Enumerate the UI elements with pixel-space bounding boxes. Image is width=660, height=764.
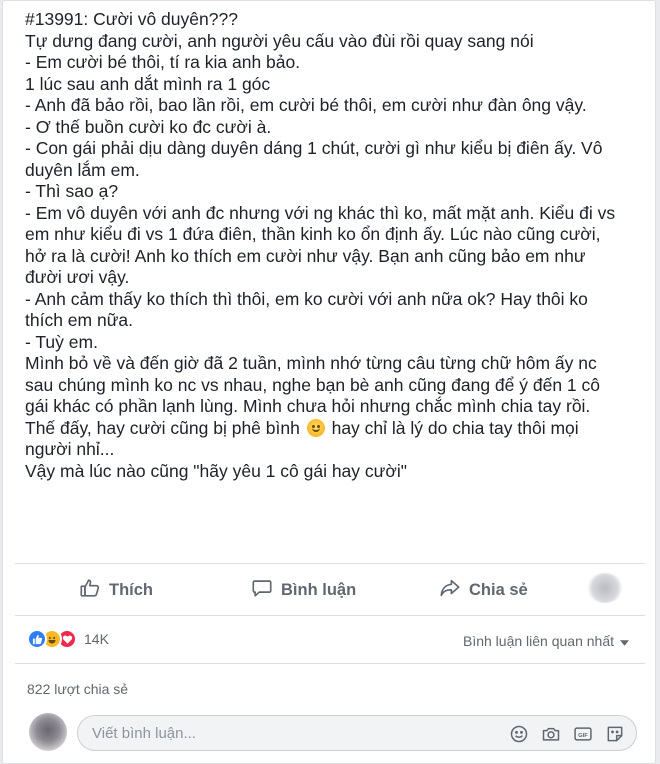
share-count[interactable]: 822 lượt chia sẻ — [27, 681, 128, 697]
post-line: - Tuỳ em. — [25, 331, 98, 352]
post-line: - Thì sao ạ? — [25, 181, 119, 201]
post-line: em như kiểu đi vs 1 đứa điên, thần kinh … — [25, 224, 601, 244]
comment-bubble-icon — [251, 577, 273, 604]
post-line: - Anh cảm thấy ko thích thì thôi, em ko … — [25, 288, 588, 309]
sort-label: Bình luận liên quan nhất — [462, 633, 614, 649]
comment-input[interactable] — [92, 722, 452, 744]
thumbs-up-icon — [79, 577, 101, 604]
post-line: sau chúng mình ko nc vs nhau, nghe bạn b… — [25, 374, 601, 395]
comment-box[interactable]: GIF — [77, 715, 637, 751]
post-actions: Thích Bình luận Chia sẻ — [15, 569, 645, 611]
post-line: - Anh đã bảo rồi, bao lần rồi, em cười b… — [25, 95, 587, 115]
post-line: hở ra là cười! Anh ko thích em cười như … — [25, 245, 586, 266]
sticker-icon[interactable] — [604, 723, 626, 745]
post-card: #13991: Cười vô duyên??? Tự dưng đang cư… — [2, 0, 656, 764]
post-line: - Em vô duyên với anh đc nhưng với ng kh… — [25, 202, 616, 223]
gif-icon[interactable]: GIF — [572, 723, 594, 745]
share-label: Chia sẻ — [469, 580, 528, 599]
avatar — [29, 713, 67, 751]
emoji-icon[interactable] — [508, 723, 530, 745]
like-button[interactable]: Thích — [79, 573, 153, 607]
like-label: Thích — [109, 580, 153, 599]
post-line: duyên lắm em. — [25, 159, 140, 180]
post-body: #13991: Cười vô duyên??? Tự dưng đang cư… — [25, 9, 645, 482]
post-line: 1 lúc sau anh dắt mình ra 1 góc — [25, 73, 271, 94]
svg-text:GIF: GIF — [578, 733, 588, 739]
page-avatar-selector[interactable] — [587, 573, 623, 603]
camera-icon[interactable] — [540, 723, 562, 745]
share-button[interactable]: Chia sẻ — [439, 573, 528, 607]
post-title: #13991: Cười vô duyên??? — [25, 9, 238, 29]
comment-composer: GIF — [25, 711, 645, 755]
comment-button[interactable]: Bình luận — [251, 573, 356, 607]
divider — [15, 615, 645, 616]
post-line: gái khác có phần lạnh lùng. Mình chưa hỏ… — [25, 396, 591, 416]
divider — [15, 663, 645, 664]
like-reaction-icon — [27, 629, 47, 649]
post-line: - Con gái phải dịu dàng duyên dáng 1 chú… — [25, 138, 603, 158]
caret-down-icon — [620, 633, 629, 649]
share-arrow-icon — [439, 577, 461, 604]
post-line: đười ươi vậy. — [25, 267, 130, 287]
post-line: - Em cười bé thôi, tí ra kia anh bảo. — [25, 52, 301, 72]
post-line: thích em nữa. — [25, 310, 134, 330]
divider — [15, 563, 645, 564]
reaction-summary[interactable]: 14K — [27, 629, 109, 649]
comment-sort-dropdown[interactable]: Bình luận liên quan nhất — [463, 633, 629, 649]
post-line-part: Thế đấy, hay cười cũng bị phê bình — [25, 417, 300, 438]
smile-emoji-icon — [306, 418, 325, 437]
post-line-with-emoji: Thế đấy, hay cười cũng bị phê bình hay c… — [25, 418, 645, 440]
post-line: Tự dưng đang cười, anh người yêu cấu vào… — [25, 30, 534, 51]
comment-tools: GIF — [508, 723, 626, 745]
comment-label: Bình luận — [281, 580, 357, 599]
post-line: người nhỉ... — [25, 439, 115, 459]
post-line: Mình bỏ về và đến giờ đã 2 tuần, mình nh… — [25, 353, 597, 373]
post-line: - Ơ thế buồn cười ko đc cười à. — [25, 116, 272, 137]
reaction-count[interactable]: 14K — [84, 631, 109, 647]
post-line-part: hay chỉ là lý do chia tay thôi mọi — [331, 417, 579, 438]
post-line: Vậy mà lúc nào cũng "hãy yêu 1 cô gái ha… — [25, 460, 407, 481]
